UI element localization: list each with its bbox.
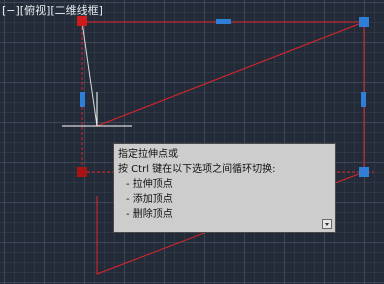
vertex-grip-bottom-right[interactable] <box>359 167 369 177</box>
rubber-band-line <box>96 21 365 127</box>
crosshair-cursor-icon <box>62 92 132 127</box>
stretch-guide-line <box>81 21 98 127</box>
drawing-canvas[interactable] <box>0 0 384 284</box>
midpoint-grip-left[interactable] <box>80 92 85 107</box>
grip-menu-tooltip: 指定拉伸点或 按 Ctrl 键在以下选项之间循环切换: - 拉伸顶点 - 添加顶… <box>113 143 336 233</box>
tooltip-option-stretch-vertex[interactable]: - 拉伸顶点 <box>118 177 331 192</box>
tooltip-option-remove-vertex[interactable]: - 删除顶点 <box>118 207 331 222</box>
midpoint-grip-right[interactable] <box>361 92 366 107</box>
tooltip-title: 指定拉伸点或 <box>118 149 178 160</box>
tooltip-option-add-vertex[interactable]: - 添加顶点 <box>118 192 331 207</box>
drawing-viewport[interactable]: [−][俯视][二维线框] 指定拉伸点或 按 Ctrl 键在以下选项之间循环切换… <box>0 0 384 284</box>
tooltip-instruction: 按 Ctrl 键在以下选项之间循环切换: <box>118 164 276 175</box>
chevron-down-icon[interactable] <box>322 219 332 229</box>
viewport-controls-label[interactable]: [−][俯视][二维线框] <box>2 4 103 18</box>
midpoint-grip-top[interactable] <box>216 19 231 24</box>
vertex-grip-bottom-left[interactable] <box>77 167 87 177</box>
vertex-grip-top-right[interactable] <box>359 17 369 27</box>
